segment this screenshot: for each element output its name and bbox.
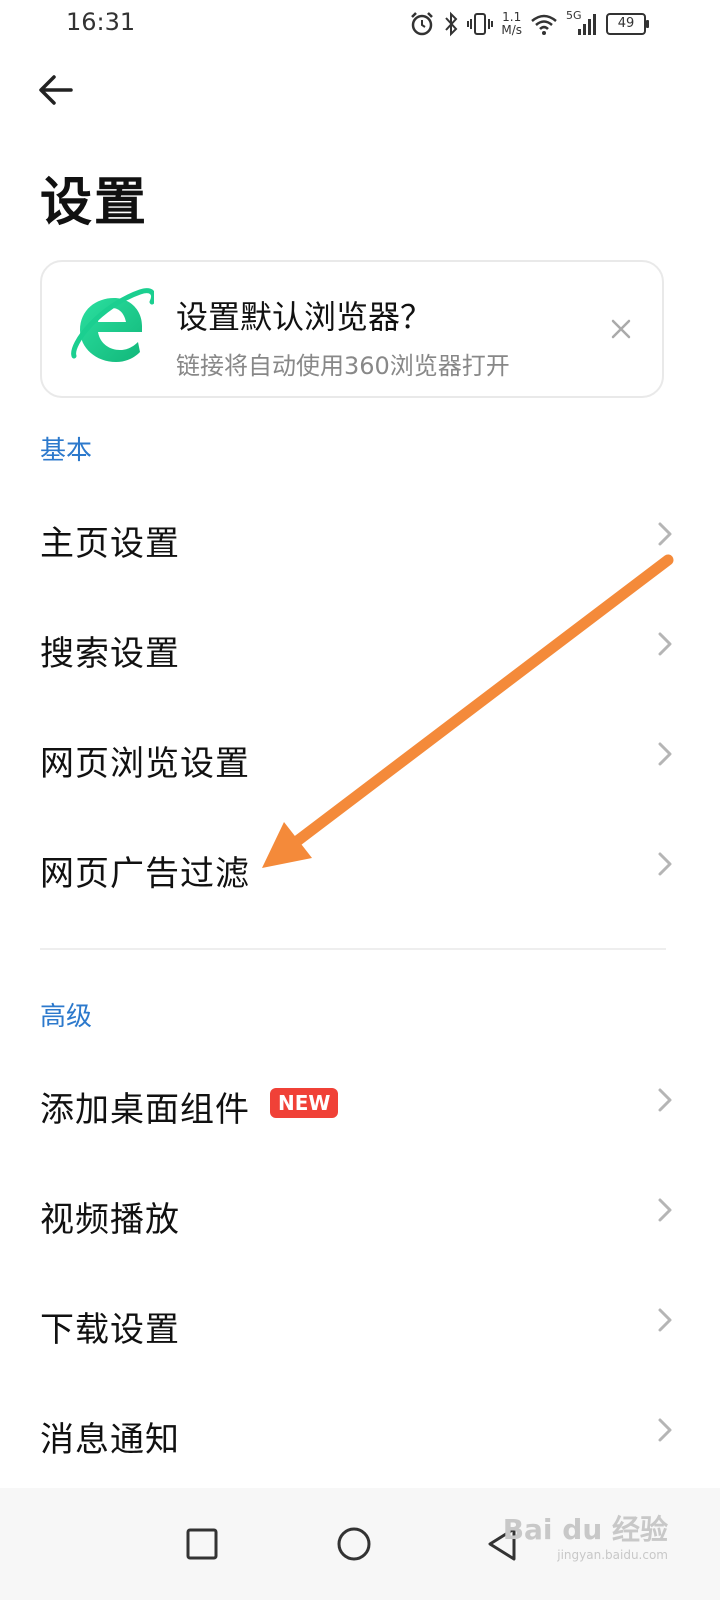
alarm-icon (411, 12, 434, 36)
status-time: 16:31 (66, 8, 136, 36)
settings-item-search[interactable]: 搜索设置 (0, 594, 720, 694)
chevron-right-icon (658, 522, 672, 546)
new-badge: NEW (270, 1088, 339, 1118)
settings-item-label: 搜索设置 (40, 634, 180, 674)
chevron-right-icon (658, 1198, 672, 1222)
settings-item-label: 消息通知 (40, 1420, 180, 1460)
page-title: 设置 (40, 173, 149, 233)
close-icon[interactable] (606, 314, 636, 344)
settings-item-label: 下载设置 (40, 1310, 180, 1350)
settings-item-label: 网页广告过滤 (40, 854, 250, 894)
recents-square-icon[interactable] (170, 1512, 234, 1576)
chevron-right-icon (658, 1308, 672, 1332)
chevron-right-icon (658, 632, 672, 656)
battery-icon: 49 (606, 13, 649, 35)
chevron-right-icon (658, 1088, 672, 1112)
net-speed: 1.1 M/s (501, 11, 522, 37)
cell-signal: 5G (566, 9, 598, 37)
chevron-right-icon (658, 852, 672, 876)
settings-item-label: 视频播放 (40, 1200, 180, 1240)
watermark-main: Bai du 经验 (502, 1513, 668, 1546)
watermark: Bai du 经验 jingyan.baidu.com (503, 1508, 668, 1562)
arrow-left-icon[interactable] (36, 70, 76, 110)
settings-item-download[interactable]: 下载设置 (0, 1270, 720, 1370)
settings-item-label: 网页浏览设置 (40, 744, 250, 784)
settings-item-browsing[interactable]: 网页浏览设置 (0, 704, 720, 804)
settings-item-label: 添加桌面组件 (40, 1090, 250, 1130)
card-title: 设置默认浏览器？ (176, 298, 433, 336)
settings-item-video[interactable]: 视频播放 (0, 1160, 720, 1260)
default-browser-card[interactable]: 设置默认浏览器？ 链接将自动使用360浏览器打开 (40, 260, 664, 398)
vibrate-icon (467, 13, 494, 35)
bluetooth-icon (445, 11, 458, 37)
status-bar: 16:31 1.1 M/s 5G 49 (0, 0, 720, 48)
settings-item-desktop-widget[interactable]: 添加桌面组件 NEW (0, 1050, 720, 1150)
signal-icon (578, 14, 596, 35)
watermark-sub: jingyan.baidu.com (557, 1548, 668, 1562)
net-speed-unit: M/s (501, 23, 522, 37)
section-label-basic: 基本 (40, 436, 93, 466)
settings-item-notifications[interactable]: 消息通知 (0, 1380, 720, 1480)
section-label-advanced: 高级 (40, 1002, 93, 1032)
settings-item-label: 主页设置 (40, 524, 180, 564)
chevron-right-icon (658, 1418, 672, 1442)
home-circle-icon[interactable] (322, 1512, 386, 1576)
wifi-icon (531, 14, 557, 35)
browser-e-logo (71, 288, 154, 362)
status-icons: 1.1 M/s 5G 49 (409, 6, 649, 42)
settings-item-ad-filter[interactable]: 网页广告过滤 (0, 814, 720, 914)
settings-item-homepage[interactable]: 主页设置 (0, 484, 720, 584)
chevron-right-icon (658, 742, 672, 766)
card-subtitle: 链接将自动使用360浏览器打开 (176, 352, 510, 380)
section-divider (40, 948, 666, 950)
